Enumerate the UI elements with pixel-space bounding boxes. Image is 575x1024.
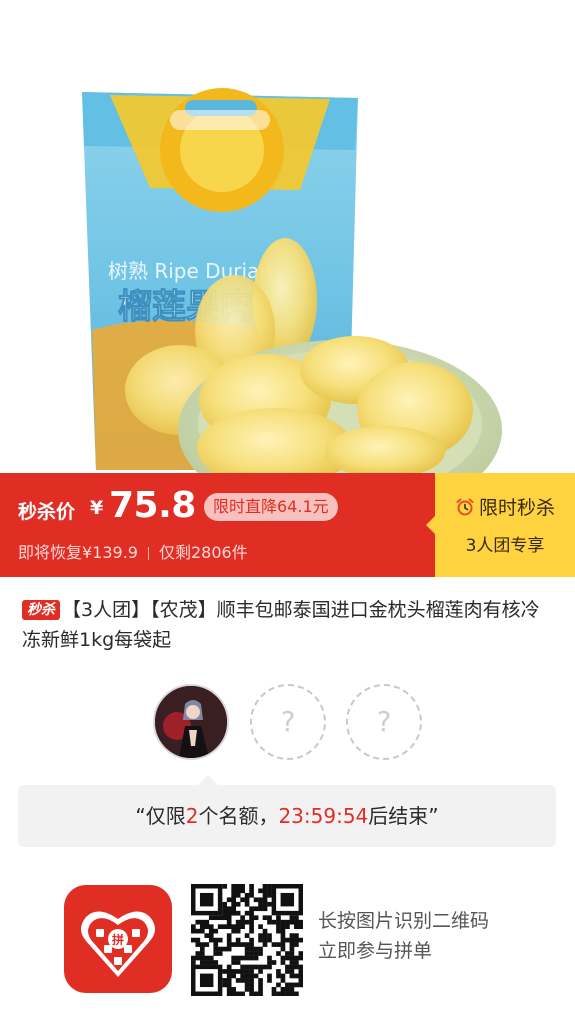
message-suffix: 后结束” [368, 804, 439, 828]
scan-line-2: 立即参与拼单 [318, 940, 433, 962]
message-mid: 个名额， [198, 804, 279, 828]
stock-remaining-text: 仅剩2806件 [159, 543, 248, 562]
flash-sale-badge: 限时秒杀 3人团专享 [426, 473, 575, 577]
user-avatar-image [155, 686, 227, 758]
divider [148, 547, 149, 560]
flash-price-label: 秒杀价 [18, 501, 76, 523]
sale-price: 75.8 [109, 485, 196, 526]
empty-slot: ? [250, 684, 326, 760]
logo-char: 拼 [112, 932, 124, 947]
countdown-timer: 23:59:54 [278, 804, 369, 828]
group-exclusive-label: 3人团专享 [465, 536, 545, 556]
product-image: 榴莲果肉 树熟 Ripe Durian [0, 0, 575, 473]
scan-instructions: 长按图片识别二维码 立即参与拼单 [318, 906, 489, 966]
slots-message-text: “仅限2个名额，23:59:54后结束” [18, 785, 556, 847]
slots-left-count: 2 [185, 804, 199, 828]
product-title: 秒杀 【3人团】【农茂】顺丰包邮泰国进口金枕头榴莲肉有核冷冻新鲜1kg每袋起 [22, 595, 557, 655]
durian-product-photo: 榴莲果肉 树熟 Ripe Durian [82, 88, 502, 473]
app-logo-icon: 拼 [81, 911, 155, 977]
price-section: 秒杀价 ¥ 75.8 限时直降64.1元 即将恢复¥139.9 仅剩2806件 [0, 473, 435, 577]
qr-code-image [191, 884, 304, 997]
currency-symbol: ¥ [90, 497, 104, 519]
flash-sale-label: 限时秒杀 [478, 497, 555, 519]
alarm-clock-icon [456, 498, 474, 516]
price-subline: 即将恢复¥139.9 仅剩2806件 [18, 539, 248, 563]
flash-sale-price-bar: 秒杀价 ¥ 75.8 限时直降64.1元 即将恢复¥139.9 仅剩2806件 限… [0, 473, 575, 577]
avatar[interactable] [153, 684, 229, 760]
group-slots-message: “仅限2个名额，23:59:54后结束” [18, 775, 556, 847]
scan-line-1: 长按图片识别二维码 [318, 910, 490, 932]
group-members: ? ? [0, 684, 575, 764]
price-drop-badge: 限时直降64.1元 [204, 493, 338, 521]
flash-sale-title: 限时秒杀 [435, 493, 575, 520]
flash-sale-tag: 秒杀 [22, 600, 60, 620]
message-prefix: “仅限 [135, 804, 186, 828]
pinduoduo-logo: 拼 [64, 885, 172, 993]
qr-code[interactable] [191, 884, 304, 997]
empty-slot: ? [346, 684, 422, 760]
product-title-text: 【3人团】【农茂】顺丰包邮泰国进口金枕头榴莲肉有核冷冻新鲜1kg每袋起 [22, 599, 540, 651]
restore-price-text: 即将恢复¥139.9 [18, 543, 138, 562]
